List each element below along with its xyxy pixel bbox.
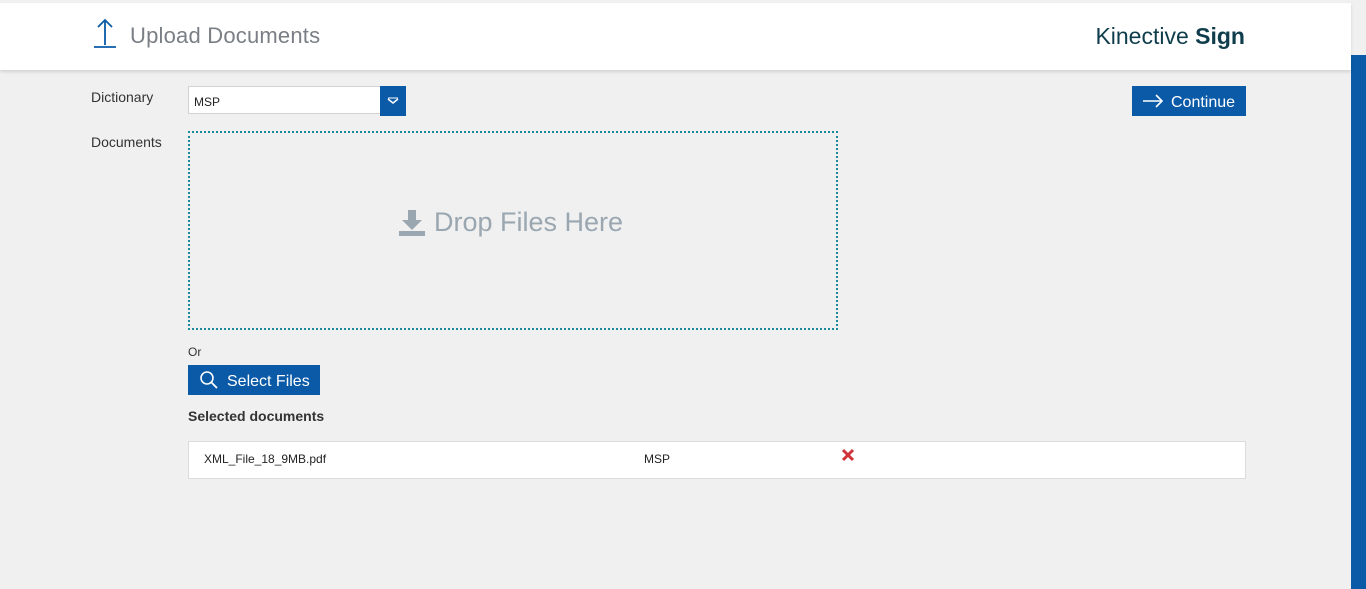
continue-button-label: Continue (1171, 94, 1236, 111)
scrollbar[interactable] (1351, 55, 1366, 589)
close-icon[interactable] (841, 448, 855, 462)
chevron-down-icon[interactable] (380, 86, 406, 116)
drop-zone[interactable]: Drop Files Here (188, 131, 838, 330)
or-text: Or (188, 345, 202, 359)
brand-bold: Sign (1195, 23, 1245, 49)
documents-label: Documents (91, 134, 162, 150)
page-title: Upload Documents (130, 23, 321, 48)
dictionary-select[interactable]: MSP (188, 86, 406, 116)
download-icon (398, 209, 426, 242)
drop-zone-text: Drop Files Here (434, 207, 624, 237)
dictionary-label: Dictionary (91, 89, 154, 105)
document-file-name: XML_File_18_9MB.pdf (204, 452, 327, 466)
arrow-right-icon (1142, 94, 1164, 113)
brand-logo: Kinective Sign (1095, 23, 1245, 50)
selected-documents-table: XML_File_18_9MB.pdf MSP (188, 441, 1246, 479)
select-files-button-label: Select Files (227, 373, 310, 390)
selected-documents-title: Selected documents (188, 408, 325, 424)
upload-arrow-icon (92, 17, 118, 49)
dictionary-select-value: MSP (194, 95, 221, 109)
select-files-button[interactable]: Select Files (188, 365, 320, 395)
document-dictionary: MSP (644, 452, 671, 466)
search-icon (199, 370, 219, 395)
page-header: Upload Documents Kinective Sign (0, 3, 1351, 70)
continue-button[interactable]: Continue (1132, 86, 1246, 116)
brand-light: Kinective (1095, 23, 1189, 49)
